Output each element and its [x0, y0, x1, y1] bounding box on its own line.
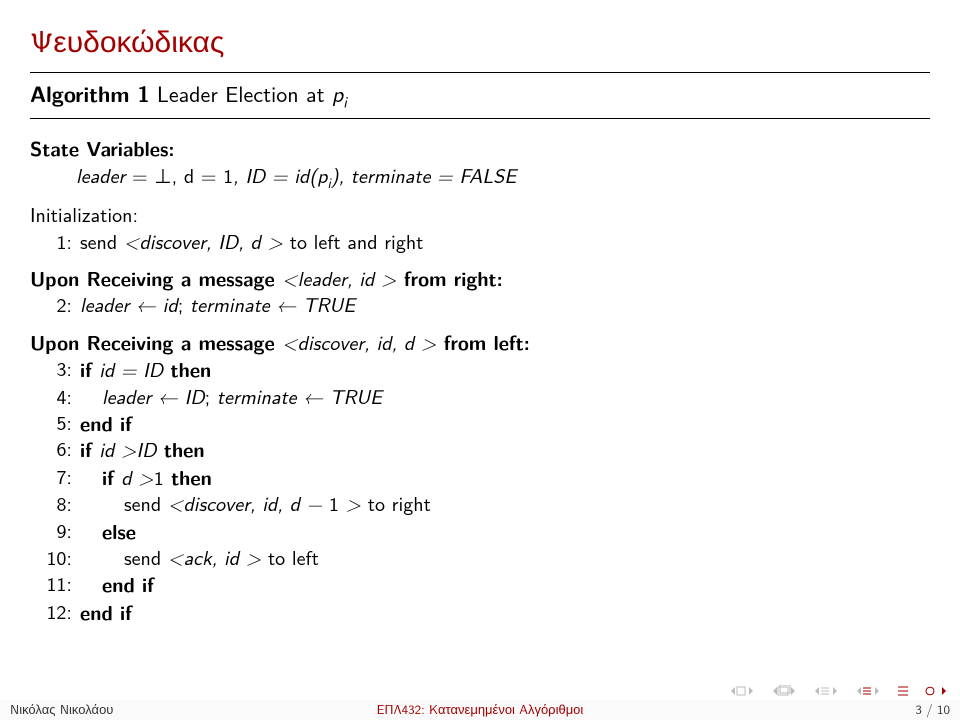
line-9: 9: else: [30, 518, 930, 545]
algorithm-body: State Variables: leader = ⊥, d = 1, ID =…: [30, 119, 930, 625]
recv-right-head: Upon Receiving a message <leader, id > f…: [30, 265, 930, 292]
init-head: Initialization:: [30, 202, 930, 228]
algo-var: pi: [332, 77, 347, 109]
footer-title: ΕΠΛ432: Κατανεμημένοι Αλγόριθμοι: [320, 700, 640, 720]
line-3: 3: if id = ID then: [30, 356, 930, 383]
nav-doc-icon[interactable]: [854, 685, 882, 697]
footer-author: Νικόλας Νικολάου: [0, 700, 320, 720]
algorithm-caption: Algorithm 1 Leader Election at pi: [30, 73, 930, 118]
line-11: 11: end if: [30, 571, 930, 598]
nav-back-icon[interactable]: [896, 685, 910, 697]
line-5: 5: end if: [30, 410, 930, 436]
recv-left-head: Upon Receiving a message <discover, id, …: [30, 329, 930, 356]
page-title: Ψευδοκώδικας: [30, 18, 930, 62]
line-8: 8: send <discover, id, d − 1 > to right: [30, 491, 930, 517]
line-2: 2: leader ← id; terminate ← TRUE: [30, 292, 930, 318]
line-12: 12: end if: [30, 599, 930, 625]
state-vars-head: State Variables:: [30, 135, 930, 162]
beamer-nav-icons: [728, 684, 948, 698]
nav-slide-icon[interactable]: [728, 685, 756, 697]
footer: Νικόλας Νικολάου ΕΠΛ432: Κατανεμημένοι Α…: [0, 700, 960, 720]
state-vars-line: leader = ⊥, d = 1, ID = id(pi), terminat…: [30, 163, 930, 192]
line-4: 4: leader ← ID; terminate ← TRUE: [30, 384, 930, 410]
slide: Ψευδοκώδικας Algorithm 1 Leader Election…: [0, 0, 960, 720]
line-1: 1: send <discover, ID, d > to left and r…: [30, 229, 930, 255]
algo-title-rest: Leader Election at: [150, 77, 332, 109]
nav-section-icon[interactable]: [812, 685, 840, 697]
nav-frame-icon[interactable]: [770, 685, 798, 697]
line-10: 10: send <ack, id > to left: [30, 545, 930, 571]
footer-page: 3 / 10: [640, 700, 960, 720]
line-6: 6: if id >ID then: [30, 436, 930, 463]
line-7: 7: if d >1 then: [30, 464, 930, 491]
algo-label: Algorithm 1: [30, 77, 150, 109]
nav-search-icon[interactable]: [924, 684, 948, 698]
